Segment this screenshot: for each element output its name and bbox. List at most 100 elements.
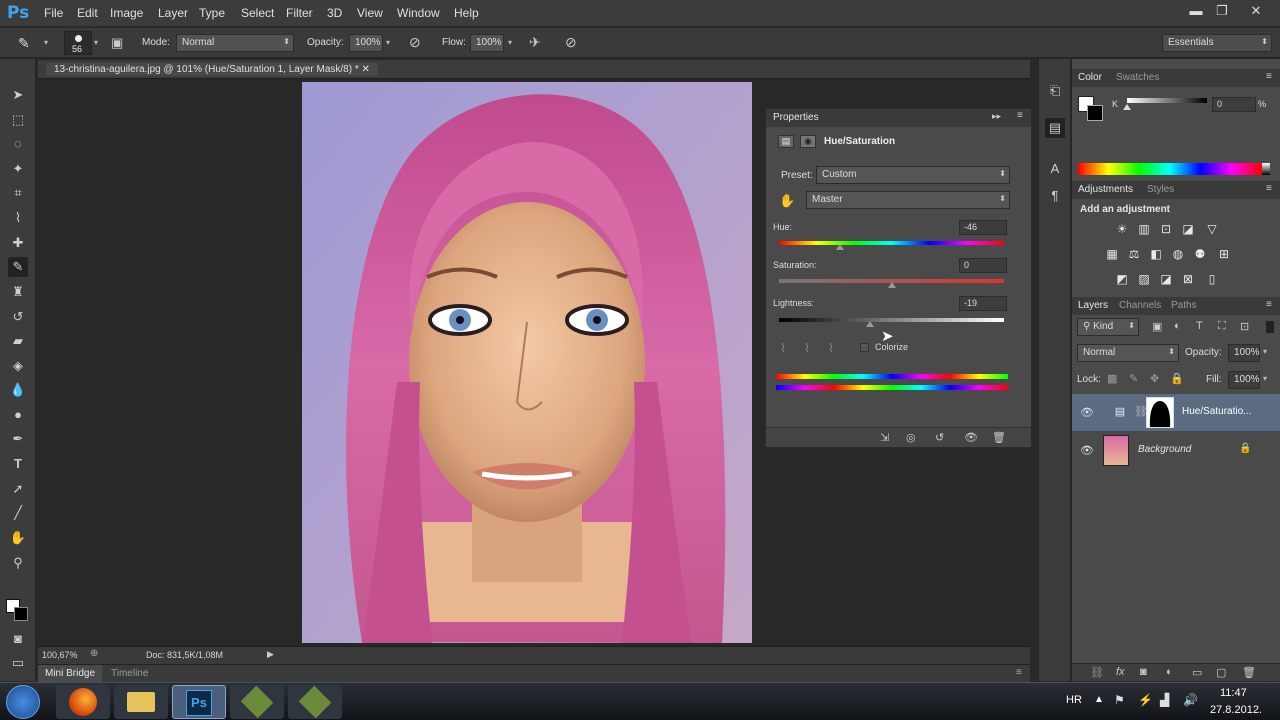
clock-time[interactable]: 11:47 <box>1220 687 1247 699</box>
eyedropper-tool-icon[interactable]: ⌇ <box>8 208 28 228</box>
marquee-tool-icon[interactable]: ⬚ <box>8 110 28 130</box>
brush-preset-picker[interactable]: 56 <box>64 31 92 55</box>
tab-paths[interactable]: Paths <box>1171 300 1197 311</box>
lock-image-icon[interactable]: ✎ <box>1129 372 1138 385</box>
filter-smart-object-icon[interactable]: ⊡ <box>1240 320 1249 333</box>
lock-position-icon[interactable]: ✥ <box>1150 372 1159 385</box>
tab-styles[interactable]: Styles <box>1147 184 1174 195</box>
hand-tool-icon[interactable]: ✋ <box>8 528 28 548</box>
eraser-tool-icon[interactable]: ▰ <box>8 331 28 351</box>
channel-mixer-icon[interactable]: ⚉ <box>1192 247 1208 261</box>
workspace-select[interactable]: Essentials ⬍ <box>1162 34 1272 52</box>
taskbar-photoshop[interactable]: Ps <box>172 685 226 719</box>
pressure-size-icon[interactable]: ⊘ <box>565 34 577 51</box>
hue-saturation-icon[interactable]: ▦ <box>1104 247 1120 261</box>
tab-layers[interactable]: Layers <box>1078 300 1108 311</box>
filter-toggle[interactable] <box>1266 321 1274 333</box>
fill-input[interactable]: 100% <box>1228 371 1260 389</box>
filter-shape-icon[interactable]: ⛶ <box>1218 320 1226 333</box>
pressure-opacity-icon[interactable]: ⊘ <box>409 34 421 51</box>
action-center-icon[interactable]: ⚑ <box>1114 693 1125 707</box>
tab-swatches[interactable]: Swatches <box>1116 72 1159 83</box>
panel-menu-icon[interactable]: ≡ <box>1266 183 1272 194</box>
chevron-down-icon[interactable]: ▾ <box>94 38 98 47</box>
history-panel-icon[interactable]: ⎗ <box>1045 81 1065 101</box>
adjustment-icon[interactable]: ▤ <box>778 135 794 148</box>
clock-date[interactable]: 27.8.2012. <box>1210 704 1262 716</box>
posterize-icon[interactable]: ▨ <box>1136 272 1152 286</box>
hue-slider-thumb[interactable] <box>836 244 844 250</box>
curves-icon[interactable]: ⊡ <box>1158 222 1174 236</box>
gradient-map-icon[interactable]: ▯ <box>1204 272 1220 286</box>
dodge-tool-icon[interactable]: ● <box>8 405 28 425</box>
chevron-down-icon[interactable]: ▾ <box>386 38 390 47</box>
status-menu-arrow-icon[interactable]: ▶ <box>267 649 274 660</box>
levels-icon[interactable]: ▥ <box>1136 222 1152 236</box>
new-adjustment-icon[interactable]: ◐ <box>1166 666 1173 678</box>
pen-tool-icon[interactable]: ✒ <box>8 429 28 449</box>
visibility-eye-icon[interactable]: 👁 <box>1080 406 1094 419</box>
screen-mode-icon[interactable]: ▭ <box>8 653 28 673</box>
black-white-icon[interactable]: ◧ <box>1148 247 1164 261</box>
restore-button[interactable]: ❐ <box>1210 3 1234 21</box>
export-icon[interactable]: ⊕ <box>90 648 98 659</box>
filter-adjustment-icon[interactable]: ◐ <box>1174 320 1181 332</box>
menu-edit[interactable]: Edit <box>77 6 98 20</box>
lightness-input[interactable]: -19 <box>959 296 1007 311</box>
network-icon[interactable]: ▟ <box>1160 693 1169 707</box>
lock-all-icon[interactable]: 🔒 <box>1170 372 1184 385</box>
new-group-icon[interactable]: ▭ <box>1192 666 1202 679</box>
paint-bucket-tool-icon[interactable]: ◈ <box>8 356 28 376</box>
brightness-contrast-icon[interactable]: ☀ <box>1114 222 1130 236</box>
menu-type[interactable]: Type <box>199 6 225 20</box>
k-value-input[interactable]: 0 <box>1212 97 1256 112</box>
eyedropper-icon[interactable]: ⌇ <box>780 341 786 355</box>
taskbar-app-5[interactable] <box>288 685 342 719</box>
visibility-eye-icon[interactable]: 👁 <box>964 431 978 444</box>
lasso-tool-icon[interactable]: ◌ <box>8 134 28 154</box>
panel-menu-icon[interactable]: ≡ <box>1266 299 1272 310</box>
eyedropper-plus-icon[interactable]: ⌇ <box>804 341 810 355</box>
view-previous-icon[interactable]: ◎ <box>906 431 916 444</box>
tab-adjustments[interactable]: Adjustments <box>1078 184 1133 195</box>
vibrance-icon[interactable]: ▽ <box>1204 222 1220 236</box>
close-button[interactable]: ✕ <box>1244 3 1268 21</box>
panel-menu-icon[interactable]: ≡ <box>1017 110 1023 121</box>
panel-menu-icon[interactable]: ≡ <box>1016 667 1022 678</box>
layer-filter-kind-select[interactable]: ⚲ Kind ⬍ <box>1077 318 1139 336</box>
flow-input[interactable]: 100% <box>470 34 504 52</box>
tab-color[interactable]: Color <box>1078 72 1102 83</box>
tab-channels[interactable]: Channels <box>1119 300 1161 311</box>
document-tab[interactable]: 13-christina-aguilera.jpg @ 101% (Hue/Sa… <box>46 63 378 76</box>
taskbar-firefox[interactable] <box>56 685 110 719</box>
menu-3d[interactable]: 3D <box>327 6 342 20</box>
chevron-down-icon[interactable]: ▾ <box>1263 374 1267 383</box>
color-lookup-icon[interactable]: ⊞ <box>1216 247 1232 261</box>
k-slider-track[interactable] <box>1127 98 1207 103</box>
link-layers-icon[interactable]: ⛓ <box>1090 666 1104 679</box>
layer-style-icon[interactable]: fx <box>1116 666 1125 678</box>
add-mask-icon[interactable]: ◙ <box>1140 666 1147 678</box>
minimize-button[interactable]: ▬ <box>1184 3 1208 21</box>
taskbar-explorer[interactable] <box>114 685 168 719</box>
threshold-icon[interactable]: ◪ <box>1158 272 1174 286</box>
power-icon[interactable]: ⚡ <box>1138 693 1153 707</box>
blend-mode-select[interactable]: Normal ⬍ <box>1077 344 1179 362</box>
close-icon[interactable]: ✕ <box>362 64 370 75</box>
tab-timeline[interactable]: Timeline <box>111 668 148 679</box>
brush-tool-icon[interactable]: ✎ <box>8 257 28 277</box>
photo-filter-icon[interactable]: ◍ <box>1170 247 1186 261</box>
history-brush-tool-icon[interactable]: ↺ <box>8 307 28 327</box>
targeted-adjust-hand-icon[interactable]: ✋ <box>779 193 795 209</box>
trash-icon[interactable]: 🗑 <box>1242 666 1256 679</box>
brush-tool-icon[interactable]: ✎ <box>18 35 30 52</box>
chevron-down-icon[interactable]: ▾ <box>1263 347 1267 356</box>
invert-icon[interactable]: ◩ <box>1114 272 1130 286</box>
language-indicator[interactable]: HR <box>1066 694 1082 706</box>
airbrush-icon[interactable]: ✈ <box>529 34 541 51</box>
menu-select[interactable]: Select <box>241 6 274 20</box>
menu-view[interactable]: View <box>357 6 383 20</box>
trash-icon[interactable]: 🗑 <box>992 431 1006 444</box>
layer-thumbnail[interactable] <box>1103 435 1129 466</box>
path-select-tool-icon[interactable]: ➚ <box>8 479 28 499</box>
